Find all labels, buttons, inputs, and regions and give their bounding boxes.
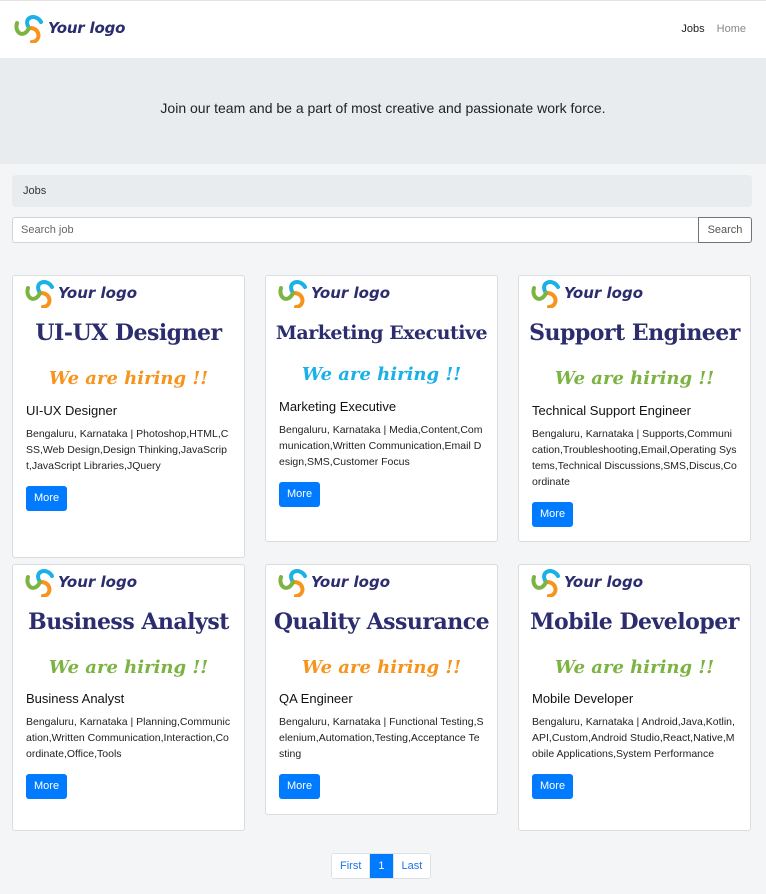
job-title: UI-UX Designer bbox=[26, 403, 118, 418]
hero-text: Join our team and be a part of most crea… bbox=[160, 100, 606, 116]
job-title: Business Analyst bbox=[26, 691, 125, 706]
banner-logo-text: Your logo bbox=[58, 573, 138, 591]
banner-title: Business Analyst bbox=[28, 609, 229, 635]
job-title: Technical Support Engineer bbox=[532, 403, 691, 418]
nav-links: Jobs Home bbox=[681, 23, 746, 35]
banner-hiring-text: We are hiring !! bbox=[48, 368, 209, 389]
hero-banner: Join our team and be a part of most crea… bbox=[0, 58, 766, 164]
search-bar: Search bbox=[12, 217, 752, 243]
banner-logo: Your logo bbox=[25, 278, 137, 308]
job-title: Mobile Developer bbox=[532, 691, 634, 706]
job-banner-image: Your logo Mobile Developer We are hiring… bbox=[519, 565, 750, 689]
nav-link-home[interactable]: Home bbox=[717, 23, 746, 35]
job-description: Bengaluru, Karnataka | Functional Testin… bbox=[279, 716, 484, 760]
banner-logo: Your logo bbox=[531, 278, 643, 308]
banner-logo-text: Your logo bbox=[58, 284, 138, 302]
navbar: Your logo Jobs Home bbox=[0, 0, 766, 58]
banner-title: Quality Assurance bbox=[273, 609, 490, 635]
job-card: Your logo UI-UX Designer We are hiring !… bbox=[12, 275, 245, 558]
banner-logo: Your logo bbox=[278, 278, 390, 308]
job-banner-image: Your logo Marketing Executive We are hir… bbox=[266, 276, 497, 397]
more-button[interactable]: More bbox=[26, 774, 68, 799]
swirl-logo-icon bbox=[531, 569, 560, 597]
banner-logo-text: Your logo bbox=[311, 284, 391, 302]
banner-logo: Your logo bbox=[531, 567, 643, 597]
job-banner-image: Your logo Quality Assurance We are hirin… bbox=[266, 565, 497, 689]
job-card: Your logo Marketing Executive We are hir… bbox=[265, 275, 498, 542]
job-banner-image: Your logo Support Engineer We are hiring… bbox=[519, 276, 750, 401]
banner-title: UI-UX Designer bbox=[35, 320, 222, 346]
job-description: Bengaluru, Karnataka | Photoshop,HTML,CS… bbox=[26, 428, 229, 472]
banner-hiring-text: We are hiring !! bbox=[301, 657, 462, 678]
nav-link-jobs[interactable]: Jobs bbox=[681, 23, 704, 35]
banner-logo: Your logo bbox=[278, 567, 390, 597]
more-button[interactable]: More bbox=[532, 774, 574, 799]
search-button[interactable]: Search bbox=[698, 217, 752, 243]
brand-logo[interactable]: Your logo bbox=[14, 13, 125, 43]
job-card: Your logo Business Analyst We are hiring… bbox=[12, 564, 245, 831]
logo-text: Your logo bbox=[48, 19, 126, 37]
breadcrumb: Jobs bbox=[12, 175, 752, 207]
job-card: Your logo Mobile Developer We are hiring… bbox=[518, 564, 751, 831]
search-input[interactable] bbox=[12, 217, 698, 243]
banner-hiring-text: We are hiring !! bbox=[301, 364, 462, 385]
more-button[interactable]: More bbox=[532, 502, 574, 527]
swirl-logo-icon bbox=[531, 280, 560, 308]
banner-hiring-text: We are hiring !! bbox=[48, 657, 209, 678]
page-current-link[interactable]: 1 bbox=[370, 854, 394, 878]
swirl-logo-icon bbox=[14, 15, 43, 43]
swirl-logo-icon bbox=[278, 569, 307, 597]
job-card: Your logo Quality Assurance We are hirin… bbox=[265, 564, 498, 815]
banner-hiring-text: We are hiring !! bbox=[554, 368, 715, 389]
job-card: Your logo Support Engineer We are hiring… bbox=[518, 275, 751, 542]
job-title: Marketing Executive bbox=[279, 399, 397, 414]
banner-hiring-text: We are hiring !! bbox=[554, 657, 715, 678]
banner-title: Marketing Executive bbox=[275, 322, 488, 344]
swirl-logo-icon bbox=[25, 569, 54, 597]
pagination: First 1 Last bbox=[331, 853, 432, 879]
swirl-logo-icon bbox=[278, 280, 307, 308]
job-description: Bengaluru, Karnataka | Supports,Communic… bbox=[532, 428, 737, 488]
page-last-link[interactable]: Last bbox=[393, 854, 431, 878]
job-banner-image: Your logo Business Analyst We are hiring… bbox=[13, 565, 244, 689]
banner-title: Mobile Developer bbox=[530, 609, 739, 635]
banner-logo-text: Your logo bbox=[564, 284, 644, 302]
more-button[interactable]: More bbox=[279, 774, 321, 799]
swirl-logo-icon bbox=[25, 280, 54, 308]
job-description: Bengaluru, Karnataka | Media,Content,Com… bbox=[279, 424, 483, 468]
job-title: QA Engineer bbox=[279, 691, 353, 706]
job-description: Bengaluru, Karnataka | Planning,Communic… bbox=[26, 716, 231, 760]
page-first-link[interactable]: First bbox=[332, 854, 371, 878]
banner-logo: Your logo bbox=[25, 567, 137, 597]
job-banner-image: Your logo UI-UX Designer We are hiring !… bbox=[13, 276, 244, 401]
job-description: Bengaluru, Karnataka | Android,Java,Kotl… bbox=[532, 716, 735, 760]
more-button[interactable]: More bbox=[279, 482, 321, 507]
banner-logo-text: Your logo bbox=[311, 573, 391, 591]
more-button[interactable]: More bbox=[26, 486, 68, 511]
banner-logo-text: Your logo bbox=[564, 573, 644, 591]
banner-title: Support Engineer bbox=[529, 320, 740, 346]
